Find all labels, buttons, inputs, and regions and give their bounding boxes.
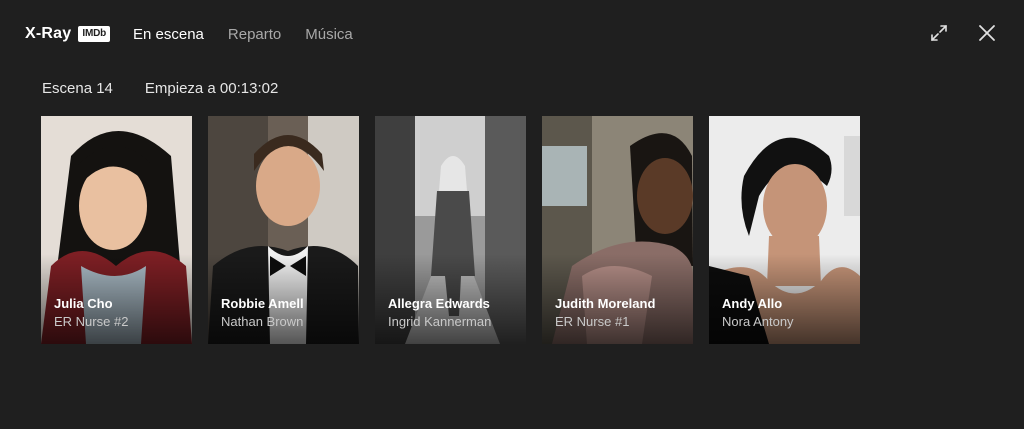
header: X-Ray IMDb En escena Reparto Música (0, 0, 1024, 70)
character-name: Nora Antony (722, 314, 794, 329)
actor-name: Robbie Amell (221, 296, 304, 311)
tab-reparto[interactable]: Reparto (228, 25, 281, 45)
xray-title: X-Ray (25, 25, 72, 42)
actor-name: Julia Cho (54, 296, 113, 311)
actor-name: Andy Allo (722, 296, 783, 311)
scene-number: Escena 14 (42, 80, 113, 97)
tab-musica[interactable]: Música (305, 25, 353, 45)
tab-bar: En escena Reparto Música (133, 25, 377, 45)
cast-card[interactable]: Julia Cho ER Nurse #2 (41, 116, 192, 344)
cast-card[interactable]: Robbie Amell Nathan Brown (208, 116, 359, 344)
cast-card[interactable]: Allegra Edwards Ingrid Kannerman (375, 116, 526, 344)
scene-info: Escena 14 Empieza a 00:13:02 (42, 80, 310, 98)
actor-name: Judith Moreland (555, 296, 656, 311)
cast-card[interactable]: Judith Moreland ER Nurse #1 (542, 116, 693, 344)
tab-en-escena[interactable]: En escena (133, 25, 204, 45)
character-name: ER Nurse #1 (555, 314, 630, 329)
character-name: Nathan Brown (221, 314, 304, 329)
close-icon[interactable] (976, 22, 998, 44)
expand-icon[interactable] (928, 22, 950, 44)
cast-card[interactable]: Andy Allo Nora Antony (709, 116, 860, 344)
xray-panel: X-Ray IMDb En escena Reparto Música Esce… (0, 0, 1024, 429)
cast-list: Julia Cho ER Nurse #2 Robbie Amell Natha… (41, 116, 876, 344)
character-name: Ingrid Kannerman (388, 314, 492, 329)
character-name: ER Nurse #2 (54, 314, 129, 329)
imdb-badge: IMDb (78, 26, 110, 42)
brand: X-Ray IMDb (25, 25, 110, 43)
scene-start-time: Empieza a 00:13:02 (144, 80, 279, 97)
actor-name: Allegra Edwards (388, 296, 490, 311)
